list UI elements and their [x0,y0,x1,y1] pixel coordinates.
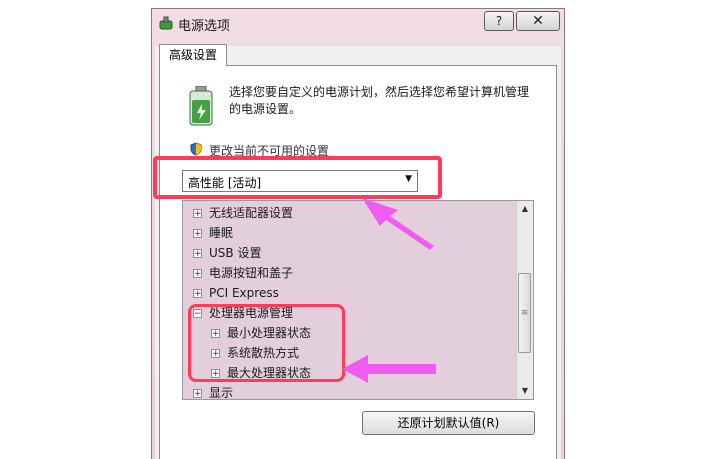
scroll-up-arrow-icon[interactable]: ▲ [518,201,532,217]
tree-item-pci-express[interactable]: + PCI Express [193,285,279,301]
tree-item-label: 显示 [209,386,234,400]
tree-scrollbar[interactable]: ▲ ≡ ▼ [516,201,533,399]
power-options-icon [159,16,173,30]
battery-plug-icon [189,86,213,126]
annotation-highlight-dropdown [153,156,442,199]
tree-item-label: 睡眠 [209,226,234,240]
description-text: 选择您要自定义的电源计划，然后选择您希望计算机管理的电源设置。 [229,85,530,116]
expand-icon[interactable]: + [193,229,202,239]
window-title: 电源选项 [178,19,231,34]
tree-item-power-buttons[interactable]: + 电源按钮和盖子 [193,265,293,281]
scroll-down-arrow-icon[interactable]: ▼ [518,383,532,399]
close-button[interactable]: ✕ [516,11,560,31]
tree-item-label: 电源按钮和盖子 [209,266,294,280]
tree-item-label: 无线适配器设置 [209,206,294,220]
tree-item-label: PCI Express [209,286,279,300]
tree-item-wireless[interactable]: + 无线适配器设置 [193,205,293,221]
uac-shield-icon [190,142,202,156]
expand-icon[interactable]: + [193,289,202,299]
scroll-thumb[interactable]: ≡ [518,273,531,353]
help-button[interactable]: ? [484,11,514,31]
expand-icon[interactable]: + [193,249,202,259]
tree-item-sleep[interactable]: + 睡眠 [193,225,233,241]
restore-plan-defaults-button[interactable]: 还原计划默认值(R) [362,411,535,435]
annotation-highlight-processor [188,304,345,382]
expand-icon[interactable]: + [193,209,202,219]
tab-advanced-settings[interactable]: 高级设置 [159,44,227,66]
tree-item-display[interactable]: + 显示 [193,385,234,400]
tree-item-label: USB 设置 [209,246,262,260]
tree-item-usb[interactable]: + USB 设置 [193,245,261,261]
expand-icon[interactable]: + [193,389,202,399]
expand-icon[interactable]: + [193,269,202,279]
